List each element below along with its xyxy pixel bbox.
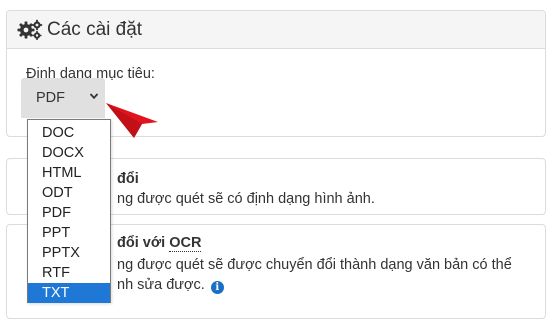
settings-panel-heading: Các cài đặt bbox=[7, 11, 545, 49]
pointer-arrow-icon bbox=[106, 103, 158, 138]
option-ocr-title: đổi với OCR bbox=[117, 235, 202, 252]
option-ocr-description: ng được quét sẽ được chuyển đổi thành dạ… bbox=[117, 255, 532, 295]
dropdown-option-html[interactable]: HTML bbox=[28, 163, 110, 183]
option-convert-description: ng được quét sẽ có định dạng hình ảnh. bbox=[117, 191, 375, 207]
settings-title: Các cài đặt bbox=[47, 18, 143, 40]
option-ocr-title-prefix: đổi với bbox=[117, 235, 166, 251]
dropdown-option-doc[interactable]: DOC bbox=[28, 123, 110, 143]
dropdown-option-ppt[interactable]: PPT bbox=[28, 223, 110, 243]
dropdown-option-docx[interactable]: DOCX bbox=[28, 143, 110, 163]
option-ocr-description-line2: nh sửa được. i bbox=[117, 275, 532, 295]
format-dropdown-list[interactable]: DOC DOCX HTML ODT PDF PPT PPTX RTF TXT bbox=[27, 119, 111, 303]
target-format-select[interactable]: PDF bbox=[21, 78, 105, 118]
dropdown-option-pptx[interactable]: PPTX bbox=[28, 243, 110, 263]
dropdown-option-odt[interactable]: ODT bbox=[28, 183, 110, 203]
option-convert-title: đổi bbox=[117, 171, 139, 187]
info-icon[interactable]: i bbox=[210, 281, 224, 294]
option-ocr-description-line1: ng được quét sẽ được chuyển đổi thành dạ… bbox=[117, 257, 512, 273]
dropdown-option-pdf[interactable]: PDF bbox=[28, 203, 110, 223]
chevron-down-icon bbox=[89, 93, 99, 100]
dropdown-option-rtf[interactable]: RTF bbox=[28, 263, 110, 283]
ocr-abbreviation: OCR bbox=[169, 235, 202, 252]
selected-format-value: PDF bbox=[36, 90, 65, 106]
gears-icon bbox=[17, 19, 43, 40]
dropdown-option-txt[interactable]: TXT bbox=[28, 283, 110, 303]
